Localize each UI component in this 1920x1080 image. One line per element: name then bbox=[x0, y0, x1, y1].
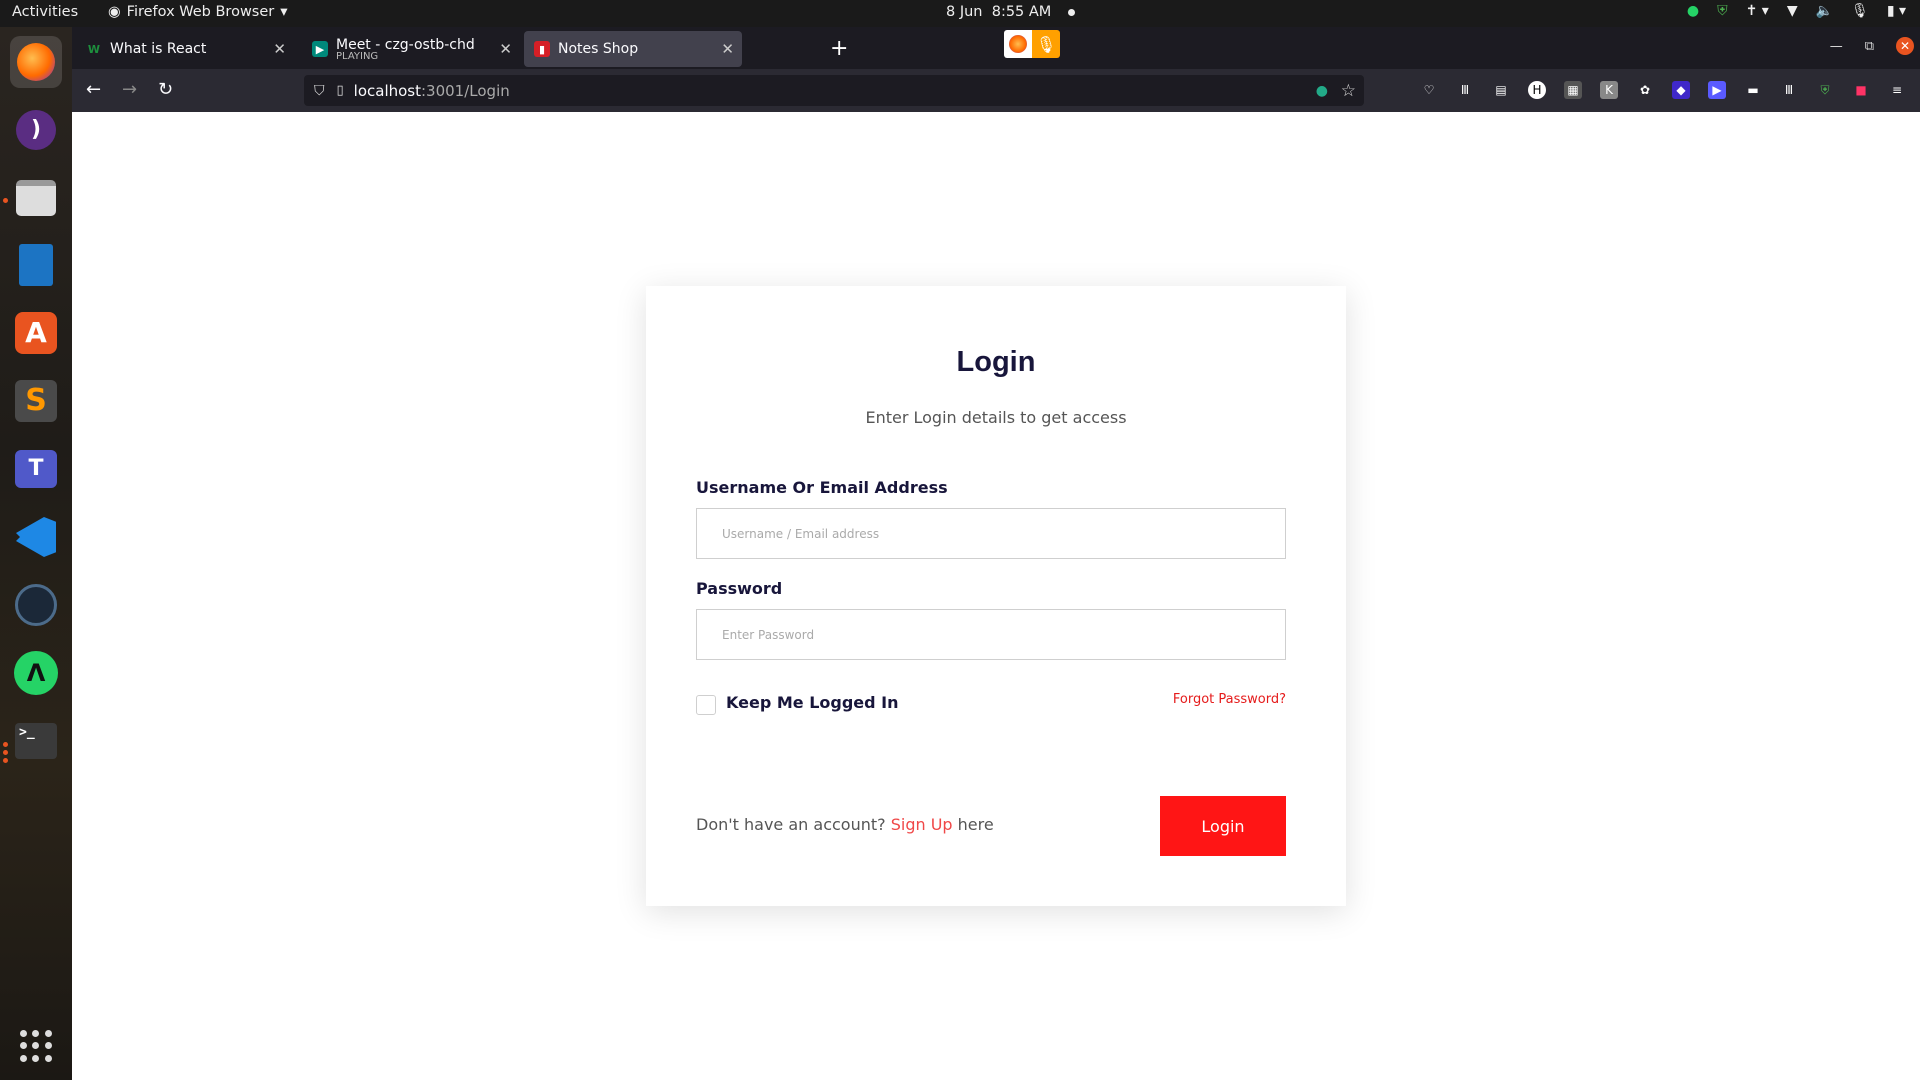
k-extension-icon[interactable]: K bbox=[1600, 81, 1618, 99]
signup-prompt: Don't have an account? Sign Up here bbox=[696, 815, 994, 834]
hamburger-menu-icon[interactable]: ≡ bbox=[1888, 81, 1906, 99]
volume-icon[interactable]: 🔈 bbox=[1816, 3, 1833, 19]
username-input[interactable] bbox=[696, 508, 1286, 559]
new-tab-icon[interactable]: + bbox=[830, 36, 848, 61]
whatsapp-icon[interactable]: Λ bbox=[10, 647, 62, 699]
here-text: here bbox=[952, 815, 994, 834]
clock[interactable]: 8 Jun 8:55 AM bbox=[946, 4, 1075, 20]
running-indicator bbox=[3, 758, 8, 763]
reload-icon[interactable]: ↻ bbox=[158, 79, 173, 100]
cookie-icon[interactable]: ✿ bbox=[1636, 81, 1654, 99]
tab-title-block: Meet - czg-ostb-chd PLAYING bbox=[336, 37, 475, 62]
url-text[interactable]: localhost:3001/Login bbox=[354, 82, 510, 100]
system-top-bar: Activities ◉ Firefox Web Browser ▾ 8 Jun… bbox=[0, 0, 1920, 27]
h-extension-icon[interactable]: H bbox=[1528, 81, 1546, 99]
password-input[interactable] bbox=[696, 609, 1286, 660]
clock-time: 8:55 AM bbox=[991, 4, 1052, 20]
firefox-small-icon: ◉ bbox=[108, 4, 121, 20]
w-favicon-icon: W bbox=[87, 42, 101, 56]
wifi-icon[interactable]: ▼ bbox=[1787, 3, 1798, 19]
sublime-text-icon[interactable]: S bbox=[10, 375, 62, 427]
page-title: Login bbox=[956, 346, 1036, 378]
no-account-text: Don't have an account? bbox=[696, 815, 886, 834]
whatsapp-tray-icon[interactable]: ● bbox=[1687, 3, 1699, 19]
page-viewport: Login Enter Login details to get access … bbox=[72, 112, 1920, 1080]
purple-extension-icon[interactable]: ◆ bbox=[1672, 81, 1690, 99]
grey-extension-icon[interactable]: ▦ bbox=[1564, 81, 1582, 99]
system-tray: ● ⛨ ✝ ▾ ▼ 🔈 🎙 ▮ ▾ bbox=[1687, 3, 1906, 19]
extension-toolbar: ♡ Ⅲ ▤ H ▦ K ✿ ◆ ▶ ▬ Ⅲ ⛨ ■ ≡ bbox=[1420, 81, 1906, 99]
close-icon[interactable]: ✕ bbox=[721, 40, 734, 58]
dock: ) A S T Λ >_ bbox=[0, 27, 72, 1080]
show-applications-icon[interactable] bbox=[20, 1030, 52, 1062]
firefox-icon[interactable] bbox=[10, 36, 62, 88]
battery-icon[interactable]: ▮ ▾ bbox=[1887, 3, 1906, 19]
tab-meet[interactable]: ▶ Meet - czg-ostb-chd PLAYING ✕ bbox=[302, 31, 520, 67]
tab-title: What is React bbox=[110, 41, 207, 57]
clock-date: 8 Jun bbox=[946, 4, 983, 20]
app-menu[interactable]: ◉ Firefox Web Browser ▾ bbox=[108, 4, 288, 20]
writer-icon[interactable] bbox=[10, 239, 62, 291]
restore-icon[interactable]: ⧉ bbox=[1865, 39, 1874, 54]
meet-favicon-icon: ▶ bbox=[312, 41, 328, 57]
media-indicator[interactable]: 🎙 bbox=[1004, 30, 1060, 58]
password-label: Password bbox=[696, 579, 783, 598]
chevron-down-icon: ▾ bbox=[280, 4, 288, 20]
tab-notes-shop[interactable]: ▮ Notes Shop ✕ bbox=[524, 31, 742, 67]
window-controls: — ⧉ ✕ bbox=[1830, 37, 1914, 55]
sign-up-link[interactable]: Sign Up bbox=[891, 815, 953, 834]
back-arrow-icon[interactable]: ← bbox=[86, 79, 101, 100]
sidebar-icon[interactable]: ▤ bbox=[1492, 81, 1510, 99]
app-menu-label: Firefox Web Browser bbox=[126, 4, 275, 20]
bookmark-star-icon[interactable]: ☆ bbox=[1341, 81, 1356, 101]
url-host: localhost bbox=[353, 81, 421, 100]
notification-dot-icon bbox=[1067, 8, 1075, 16]
login-button[interactable]: Login bbox=[1160, 796, 1286, 856]
window-close-icon[interactable]: ✕ bbox=[1896, 37, 1914, 55]
username-label: Username Or Email Address bbox=[696, 478, 948, 497]
tab-what-is-react[interactable]: W What is React ✕ bbox=[76, 31, 294, 67]
running-indicator bbox=[3, 198, 8, 203]
terminal-icon[interactable]: >_ bbox=[10, 715, 62, 767]
close-icon[interactable]: ✕ bbox=[499, 40, 512, 58]
dark-extension-icon[interactable]: ▬ bbox=[1744, 81, 1762, 99]
close-icon[interactable]: ✕ bbox=[273, 40, 286, 58]
shield-extension-icon[interactable]: ⛨ bbox=[1816, 81, 1834, 99]
bars-extension-icon[interactable]: Ⅲ bbox=[1780, 81, 1798, 99]
running-indicator bbox=[3, 750, 8, 755]
vscode-icon[interactable] bbox=[10, 511, 62, 563]
notes-favicon-icon: ▮ bbox=[534, 41, 550, 57]
forward-arrow-icon[interactable]: → bbox=[122, 79, 137, 100]
files-icon[interactable] bbox=[10, 172, 62, 224]
red-extension-icon[interactable]: ■ bbox=[1852, 81, 1870, 99]
shield-tray-icon[interactable]: ⛨ bbox=[1717, 3, 1728, 19]
steam-icon[interactable] bbox=[10, 579, 62, 631]
podcast-icon[interactable]: ) bbox=[10, 104, 62, 156]
login-card: Login Enter Login details to get access … bbox=[646, 286, 1346, 906]
forgot-password-link[interactable]: Forgot Password? bbox=[1173, 692, 1286, 707]
microphone-icon[interactable]: 🎙 bbox=[1851, 3, 1869, 19]
library-icon[interactable]: Ⅲ bbox=[1456, 81, 1474, 99]
url-path: :3001/Login bbox=[421, 81, 510, 100]
page-info-icon[interactable]: ▯ bbox=[337, 83, 344, 98]
keep-logged-in-checkbox[interactable] bbox=[696, 695, 716, 715]
teams-icon[interactable]: T bbox=[10, 443, 62, 495]
tracking-shield-icon[interactable]: ⛉ bbox=[314, 83, 325, 99]
tab-title: Notes Shop bbox=[558, 41, 639, 57]
app-store-icon[interactable]: A bbox=[10, 307, 62, 359]
zoom-extension-icon[interactable]: ▶ bbox=[1708, 81, 1726, 99]
navigation-toolbar: ← → ↻ ⛉ ▯ localhost:3001/Login ● ☆ ♡ Ⅲ ▤… bbox=[72, 69, 1920, 112]
minimize-icon[interactable]: — bbox=[1830, 39, 1843, 54]
login-subtitle: Enter Login details to get access bbox=[865, 408, 1127, 427]
activities-button[interactable]: Activities bbox=[12, 4, 78, 20]
microphone-sharing-icon: 🎙 bbox=[1032, 30, 1060, 58]
url-bar[interactable]: ⛉ ▯ localhost:3001/Login ● ☆ bbox=[304, 75, 1364, 106]
firefox-sharing-icon bbox=[1004, 30, 1032, 58]
pocket-icon[interactable]: ♡ bbox=[1420, 81, 1438, 99]
globe-extension-icon[interactable]: ● bbox=[1316, 83, 1328, 99]
tab-strip: W What is React ✕ ▶ Meet - czg-ostb-chd … bbox=[72, 27, 1920, 69]
keep-logged-in-label[interactable]: Keep Me Logged In bbox=[726, 693, 899, 712]
accessibility-icon[interactable]: ✝ ▾ bbox=[1746, 3, 1769, 19]
running-indicator bbox=[3, 742, 8, 747]
